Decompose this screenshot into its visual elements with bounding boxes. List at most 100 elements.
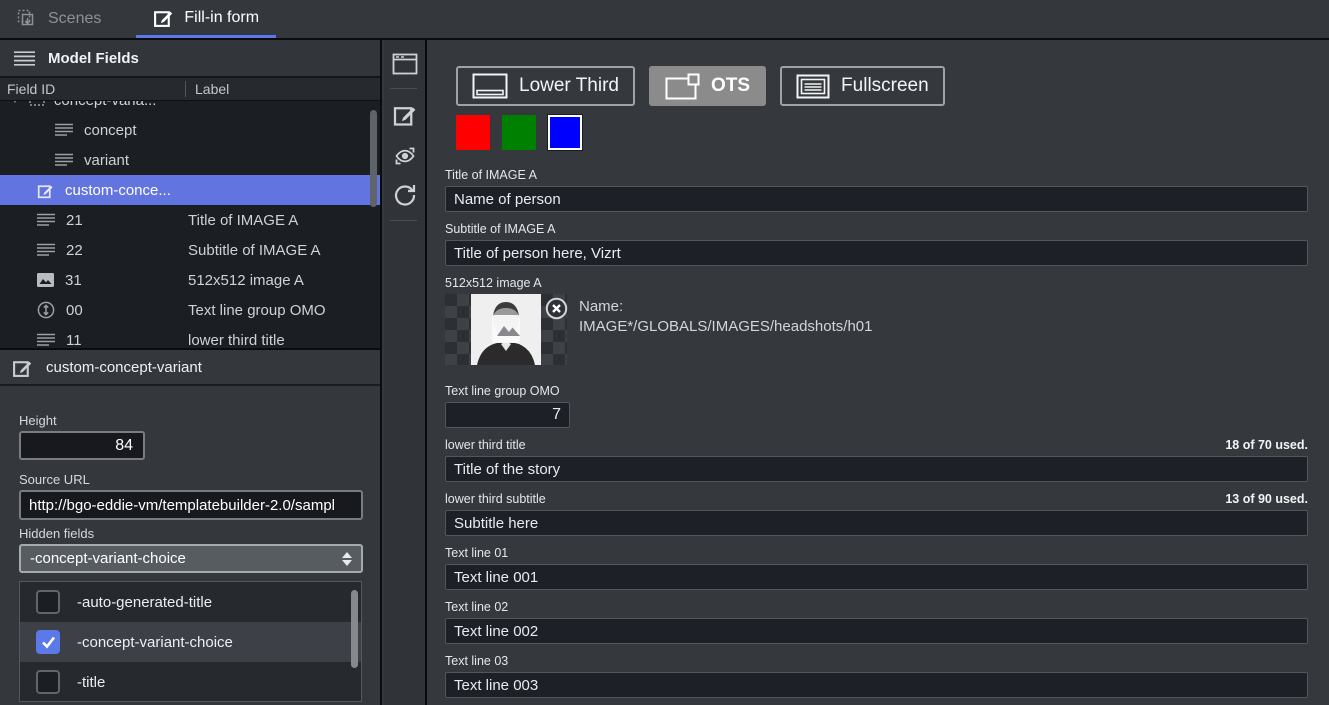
- table-row[interactable]: 31 512x512 image A: [0, 265, 380, 295]
- form-edit-icon: [153, 7, 174, 28]
- column-field-id[interactable]: Field ID: [0, 81, 186, 97]
- table-row-selected[interactable]: custom-conce...: [0, 175, 380, 205]
- top-tab-bar: Scenes Fill-in form: [0, 0, 1329, 40]
- field-id: 00: [66, 302, 83, 319]
- table-row[interactable]: 00 Text line group OMO: [0, 295, 380, 325]
- field-id: 11: [66, 332, 82, 349]
- image-meta: Name: IMAGE*/GLOBALS/IMAGES/headshots/h0…: [579, 294, 872, 365]
- option-concept-variant-choice[interactable]: -concept-variant-choice: [20, 622, 361, 662]
- swatch-green[interactable]: [502, 115, 536, 150]
- group-dashed-icon: [29, 101, 45, 106]
- height-label: Height: [19, 413, 361, 428]
- field-text-line-01: Text line 01: [445, 546, 1308, 590]
- headshot-photo: [471, 294, 541, 365]
- checkbox-unchecked-icon[interactable]: [36, 670, 60, 694]
- title-a-input[interactable]: [445, 186, 1308, 212]
- checkbox-unchecked-icon[interactable]: [36, 590, 60, 614]
- table-scrollbar-thumb[interactable]: [370, 110, 377, 207]
- field-id: concept-varia...: [54, 101, 157, 109]
- hidden-fields-label: Hidden fields: [19, 526, 361, 541]
- swatch-blue[interactable]: [548, 115, 582, 150]
- hamburger-icon[interactable]: [14, 51, 35, 66]
- image-thumbnail[interactable]: [445, 294, 567, 365]
- option-auto-generated-title[interactable]: -auto-generated-title: [20, 582, 361, 622]
- field-properties: Height Source URL Hidden fields -concept…: [0, 386, 380, 702]
- field-lower-third-subtitle: lower third subtitle 13 of 90 used.: [445, 492, 1308, 536]
- source-url-input[interactable]: [19, 490, 363, 520]
- table-row[interactable]: variant: [0, 145, 380, 175]
- tab-scenes[interactable]: Scenes: [0, 0, 118, 38]
- table-row[interactable]: concept: [0, 115, 380, 145]
- form-edit-icon[interactable]: [392, 102, 417, 127]
- form-edit-icon: [37, 182, 54, 199]
- hidden-fields-listbox: -auto-generated-title -concept-variant-c…: [19, 581, 362, 702]
- template-builder-app: { "colors": { "accent_blue": "#5b79e8", …: [0, 0, 1329, 705]
- subtitle-a-input[interactable]: [445, 240, 1308, 266]
- fullscreen-icon: [796, 74, 830, 99]
- lower-third-button[interactable]: Lower Third: [456, 66, 635, 106]
- image-icon: [37, 273, 54, 287]
- table-row[interactable]: ▼ concept-varia...: [0, 101, 380, 115]
- option-title[interactable]: -title: [20, 662, 361, 702]
- lower-third-subtitle-input[interactable]: [445, 510, 1308, 536]
- field-label: Title of IMAGE A: [445, 168, 537, 182]
- text-lines-icon: [37, 243, 55, 257]
- field-label: Subtitle of IMAGE A: [445, 222, 555, 236]
- field-label: Text line 02: [445, 600, 508, 614]
- omo-input[interactable]: [445, 402, 570, 428]
- field-id: concept: [84, 122, 137, 139]
- field-id: 21: [66, 212, 83, 229]
- image-path: IMAGE*/GLOBALS/IMAGES/headshots/h01: [579, 317, 872, 337]
- clear-image-button[interactable]: [545, 297, 568, 320]
- ots-icon: [665, 73, 700, 100]
- text-line-01-input[interactable]: [445, 564, 1308, 590]
- selected-field-title: custom-concept-variant: [46, 359, 202, 376]
- table-row[interactable]: 21 Title of IMAGE A: [0, 205, 380, 235]
- field-label: Text line group OMO: [445, 384, 560, 398]
- lower-third-title-input[interactable]: [445, 456, 1308, 482]
- field-text-line-03: Text line 03: [445, 654, 1308, 698]
- field-label: lower third title: [445, 438, 526, 452]
- tab-label: Fill-in form: [184, 9, 259, 27]
- text-lines-icon: [37, 213, 55, 227]
- listbox-scrollbar-thumb[interactable]: [351, 590, 358, 668]
- form-edit-icon: [12, 357, 33, 378]
- column-label[interactable]: Label: [186, 81, 229, 97]
- variant-buttons: Lower Third OTS Fullscreen: [456, 66, 1308, 106]
- checkbox-checked-icon[interactable]: [36, 630, 60, 654]
- ots-button[interactable]: OTS: [649, 66, 766, 106]
- field-id: 22: [66, 242, 83, 259]
- field-id: variant: [84, 152, 129, 169]
- window-icon[interactable]: [392, 52, 418, 76]
- panel-title: Model Fields: [48, 50, 139, 67]
- tree-collapse-arrow-icon[interactable]: ▼: [10, 101, 20, 106]
- field-image-a: 512x512 image A: [445, 276, 1308, 365]
- field-label: Text line 01: [445, 546, 508, 560]
- preview-eye-icon[interactable]: [392, 144, 418, 168]
- field-label: Text line 03: [445, 654, 508, 668]
- text-line-02-input[interactable]: [445, 618, 1308, 644]
- field-id: 31: [65, 272, 82, 289]
- swatch-red[interactable]: [456, 115, 490, 150]
- table-row[interactable]: 22 Subtitle of IMAGE A: [0, 235, 380, 265]
- text-lines-icon: [55, 153, 73, 167]
- tab-fill-in-form[interactable]: Fill-in form: [136, 0, 276, 38]
- updown-circle-icon: [37, 301, 55, 319]
- model-fields-panel: Model Fields Field ID Label ▼ concept-va…: [0, 40, 382, 705]
- field-id: custom-conce...: [65, 182, 171, 199]
- model-fields-header: Model Fields: [0, 40, 380, 78]
- color-swatches: [456, 115, 1308, 150]
- hidden-fields-select[interactable]: -concept-variant-choice: [19, 544, 363, 573]
- field-text-line-02: Text line 02: [445, 600, 1308, 644]
- text-line-03-input[interactable]: [445, 672, 1308, 698]
- height-input[interactable]: [19, 431, 145, 460]
- selected-field-header: custom-concept-variant: [0, 348, 380, 386]
- fullscreen-button[interactable]: Fullscreen: [780, 66, 945, 106]
- field-omo: Text line group OMO: [445, 384, 1308, 428]
- source-url-label: Source URL: [19, 472, 361, 487]
- text-lines-icon: [37, 333, 55, 347]
- field-subtitle-a: Subtitle of IMAGE A: [445, 222, 1308, 266]
- field-label: lower third subtitle: [445, 492, 546, 506]
- refresh-icon[interactable]: [392, 182, 418, 208]
- table-row[interactable]: 11 lower third title: [0, 325, 380, 348]
